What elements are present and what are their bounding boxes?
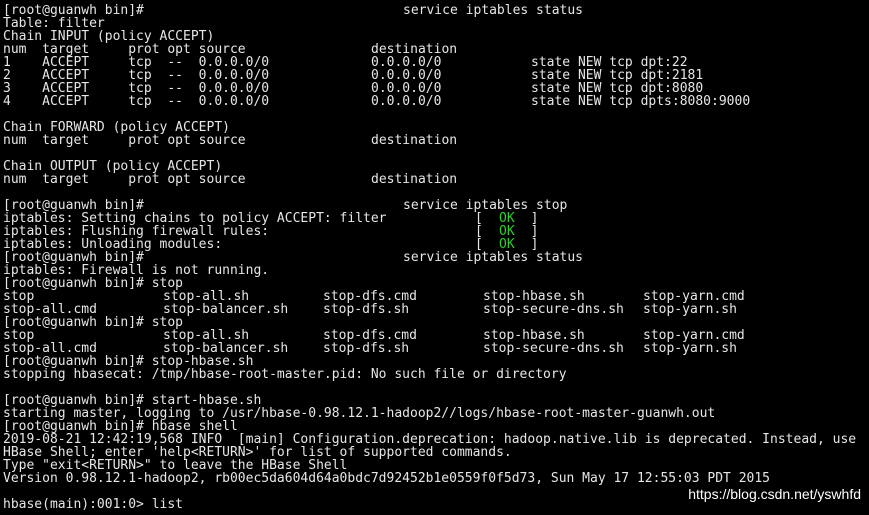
terminal-text: stop-dfs.sh xyxy=(323,341,410,356)
terminal-text: num target prot opt source xyxy=(3,133,246,148)
terminal-text: stopping hbasecat: /tmp/hbase-root-maste… xyxy=(3,367,567,382)
terminal-text: hbase(main):001:0> list xyxy=(3,497,184,512)
terminal-text: service iptables status xyxy=(403,250,584,265)
terminal-text: 4 ACCEPT tcp -- 0.0.0.0/0 xyxy=(3,94,270,109)
terminal-text: stop-dfs.sh xyxy=(323,302,410,317)
terminal-text: destination xyxy=(371,133,458,148)
terminal-window[interactable]: [root@guanwh bin]# service iptables statu… xyxy=(0,0,869,515)
watermark: https://blog.csdn.net/yswhfd xyxy=(688,486,861,502)
terminal-text: service iptables status xyxy=(403,3,584,18)
terminal-text: destination xyxy=(371,172,458,187)
terminal-text: 0.0.0.0/0 xyxy=(371,94,442,109)
terminal-text: num target prot opt source xyxy=(3,172,246,187)
terminal-text: state NEW tcp dpts:8080:9000 xyxy=(531,94,751,109)
terminal-cursor xyxy=(196,499,204,512)
terminal-text: stop-yarn.sh xyxy=(643,302,737,317)
terminal-text: stop-yarn.sh xyxy=(643,341,737,356)
terminal-text: stop-secure-dns.sh xyxy=(483,302,624,317)
terminal-text: Version 0.98.12.1-hadoop2, rb00ec5da604d… xyxy=(3,471,771,486)
terminal-text: stop-secure-dns.sh xyxy=(483,341,624,356)
